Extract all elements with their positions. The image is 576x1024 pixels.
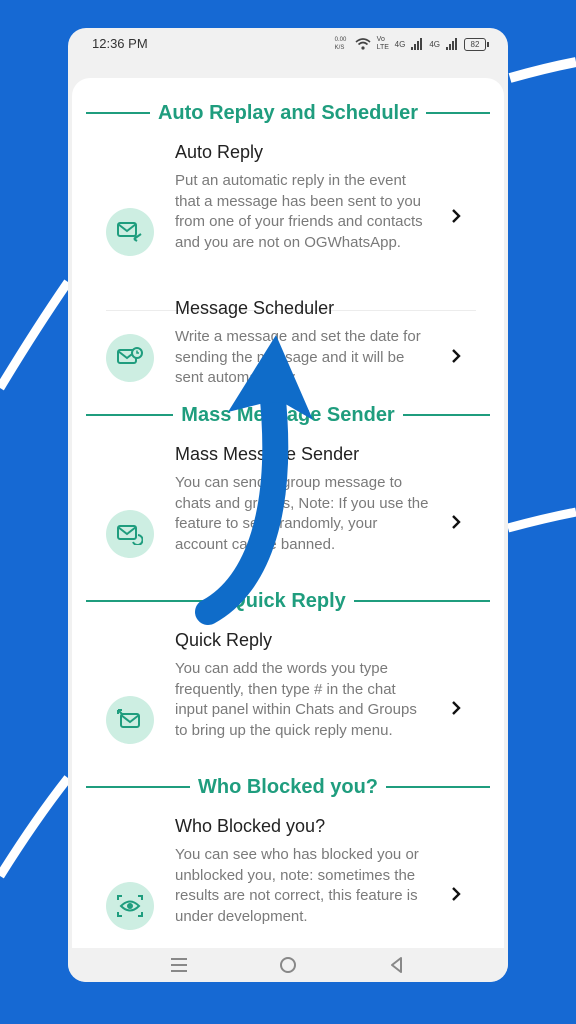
item-desc: You can add the words you type frequentl… [175,660,417,739]
section-header-who-blocked: Who Blocked you? [86,772,490,802]
chevron-right-icon [452,209,461,223]
section-title: Auto Replay and Scheduler [157,101,419,124]
item-desc: Put an automatic reply in the event that… [175,172,423,251]
signal-4g-1: 4G [394,39,406,49]
back-icon[interactable] [386,954,408,976]
signal-icon [411,38,423,50]
net-speed: 0.00 K/S [334,37,347,51]
item-title: Message Scheduler [175,298,335,318]
status-time: 12:36 PM [92,36,148,51]
signal-icon-2 [446,38,457,50]
auto-reply-item[interactable]: Auto Reply Put an automatic reply in the… [72,138,504,298]
volte-label: Vo LTE [376,36,389,51]
signal-4g-2: 4G [429,39,440,49]
quick-reply-icon [106,696,154,744]
item-desc: Write a message and set the date for sen… [175,328,421,386]
item-title: Mass Message Sender [175,444,360,464]
home-icon[interactable] [277,954,299,976]
chevron-right-icon [452,887,461,901]
section-header-mass-message: Mass Message Sender [86,400,490,430]
section-title: Quick Reply [230,589,346,612]
section-title: Mass Message Sender [181,403,395,426]
item-desc: You can see who has blocked you or unblo… [175,846,419,925]
navigation-bar [68,948,508,982]
auto-reply-icon [106,208,154,256]
section-header-quick-reply: Quick Reply [86,586,491,616]
who-blocked-item[interactable]: Who Blocked you? You can see who has blo… [72,812,504,948]
item-title: Quick Reply [175,630,273,650]
eye-icon [106,882,154,930]
menu-icon[interactable] [168,954,190,976]
chevron-right-icon [452,515,461,529]
quick-reply-item[interactable]: Quick Reply You can add the words you ty… [72,626,504,786]
mass-message-icon [106,510,154,558]
item-desc: You can send a group message to chats an… [175,474,429,553]
battery-icon: 82 [464,37,489,51]
chevron-right-icon [452,349,461,363]
mass-message-item[interactable]: Mass Message Sender You can send a group… [72,440,504,600]
status-bar: 12:36 PM 0.00 K/S Vo LTE 4G 4G 82 [68,28,508,64]
message-scheduler-item[interactable]: Message Scheduler Write a message and se… [72,294,504,414]
phone-screen: 12:36 PM 0.00 K/S Vo LTE 4G 4G 82 Auto R… [68,28,508,982]
section-header-auto-reply: Auto Replay and Scheduler [86,98,490,128]
status-icons: 0.00 K/S Vo LTE 4G 4G 82 [334,36,489,52]
message-scheduler-icon [106,334,154,382]
chevron-right-icon [452,701,461,715]
settings-sheet: Auto Replay and Scheduler Auto Reply Put… [72,78,504,948]
wifi-icon [355,38,371,50]
item-title: Auto Reply [175,142,264,162]
item-title: Who Blocked you? [175,816,326,836]
section-title: Who Blocked you? [198,775,378,798]
